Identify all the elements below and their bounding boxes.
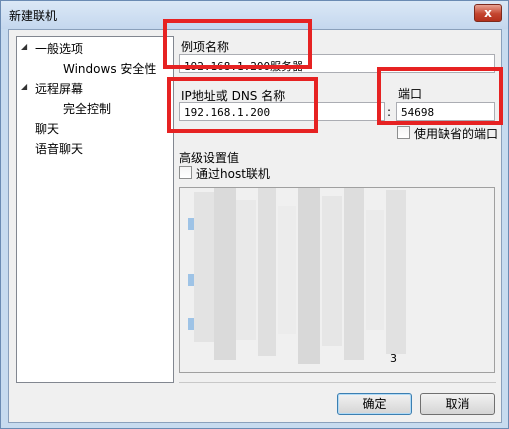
- tree-item-remote-screen[interactable]: 远程屏幕: [35, 80, 83, 97]
- host-input[interactable]: 192.168.1.200: [179, 102, 385, 121]
- separator-line: [179, 382, 496, 383]
- ok-button[interactable]: 确定: [337, 393, 412, 415]
- options-tree[interactable]: ◢ 一般选项 Windows 安全性 ◢ 远程屏幕 完全控制 聊天 语音聊天: [16, 36, 174, 383]
- tree-item-general[interactable]: 一般选项: [35, 40, 83, 57]
- tree-item-windows-security[interactable]: Windows 安全性: [63, 60, 156, 77]
- window-title: 新建联机: [9, 9, 58, 23]
- expand-arrow-icon[interactable]: ◢: [21, 82, 27, 91]
- port-label: 端口: [398, 87, 423, 101]
- close-icon: x: [484, 6, 492, 20]
- blurred-tail-text: 3: [390, 352, 397, 365]
- title-bar[interactable]: 新建联机 x: [1, 1, 508, 29]
- advanced-settings-blurred-area: 3: [179, 187, 495, 373]
- cancel-button[interactable]: 取消: [420, 393, 495, 415]
- default-port-checkbox[interactable]: [397, 126, 410, 139]
- dialog-window: 新建联机 x ◢ 一般选项 Windows 安全性 ◢ 远程屏幕 完全控制 聊天…: [0, 0, 509, 429]
- close-button[interactable]: x: [474, 4, 502, 22]
- port-input[interactable]: 54698: [396, 102, 495, 121]
- dialog-client-area: ◢ 一般选项 Windows 安全性 ◢ 远程屏幕 完全控制 聊天 语音聊天 例…: [8, 29, 502, 423]
- via-host-checkbox[interactable]: [179, 166, 192, 179]
- default-port-label: 使用缺省的端口: [414, 127, 499, 141]
- instance-name-label: 例项名称: [181, 40, 230, 54]
- advanced-settings-label: 高级设置值: [179, 151, 240, 165]
- tree-item-voice-chat[interactable]: 语音聊天: [35, 140, 83, 157]
- port-separator: :: [387, 105, 392, 119]
- tree-item-chat[interactable]: 聊天: [35, 120, 59, 137]
- via-host-label: 通过host联机: [196, 167, 270, 181]
- tree-item-full-control[interactable]: 完全控制: [63, 100, 111, 117]
- expand-arrow-icon[interactable]: ◢: [21, 42, 27, 51]
- instance-name-input[interactable]: 192.168.1.200服务器: [179, 54, 495, 73]
